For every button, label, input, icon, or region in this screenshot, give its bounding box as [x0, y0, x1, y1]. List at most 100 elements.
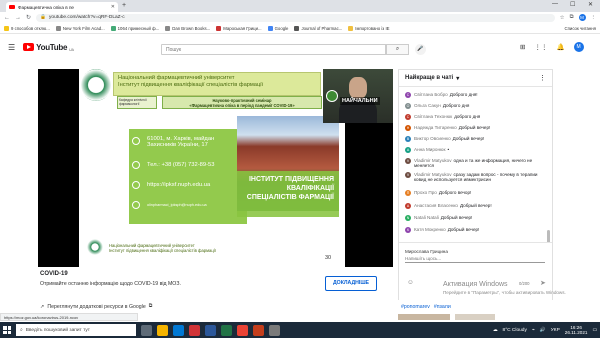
learn-more-button[interactable]: ДОКЛАДНІШЕ [325, 276, 377, 291]
powerpoint-icon[interactable] [253, 324, 264, 336]
presenter-head [349, 77, 367, 99]
chat-message: С Світлана Бобро Доброго дня! [405, 92, 478, 98]
task-view-icon[interactable] [141, 324, 152, 336]
search-input[interactable]: Пошук [161, 44, 386, 55]
weather-icon: ☁ [492, 327, 498, 333]
youtube-favicon-icon [9, 5, 15, 9]
slide-header: Національний фармацевтичний університет … [113, 72, 321, 96]
avatar: V [405, 158, 411, 164]
menu-icon[interactable]: ⋮ [591, 15, 597, 21]
hamburger-menu-icon[interactable]: ☰ [8, 43, 15, 52]
bookmark-item[interactable]: Google [267, 25, 288, 31]
email-text: olinpharmaci_ipksph@nuph.edu.ua [147, 203, 207, 207]
hashtag-link[interactable]: #пзали [434, 304, 451, 310]
browser-tab[interactable]: Фармацевтична опіка в пе ✕ [6, 2, 118, 12]
minimize-icon[interactable]: — [552, 1, 558, 7]
open-new-icon: ⧉ [148, 303, 153, 309]
recommended-thumbnail[interactable] [398, 314, 450, 320]
bookmark-item[interactable]: Мароськая Грици... [216, 25, 262, 31]
chat-message: О Ольга Сакун Доброго дня [405, 103, 470, 109]
bookmarks-bar: 9 способов отклю... New York Film Acad..… [0, 23, 600, 34]
volume-icon[interactable]: 🔊 [540, 328, 546, 333]
search-button[interactable]: ⌕ [386, 44, 409, 55]
bookmark-folder[interactable]: Імпортовано із IE [348, 25, 390, 31]
avatar: С [405, 114, 411, 120]
slide-footer: Національний фармацевтичний університет … [109, 243, 216, 253]
chat-message: С Світлана Техонюк доброго дня [405, 114, 481, 120]
profile-avatar[interactable]: M [578, 14, 586, 21]
webcam-logo-icon [326, 90, 338, 102]
close-window-icon[interactable]: ✕ [588, 1, 593, 8]
word-icon[interactable] [205, 324, 216, 336]
youtube-avatar[interactable]: M [573, 42, 584, 52]
avatar: В [405, 136, 411, 142]
chat-header[interactable]: Найкраще в чаті ▾ ⋮ [399, 70, 552, 87]
chat-input[interactable]: Напишіть щось... [405, 256, 545, 263]
chat-message: V Vladimir Matyukov одна и та же информаци… [405, 158, 533, 169]
new-tab-button[interactable]: + [122, 2, 126, 9]
forward-icon[interactable]: → [15, 15, 21, 21]
edge-icon[interactable] [173, 324, 184, 336]
maximize-icon[interactable]: ☐ [570, 1, 575, 8]
app-icon[interactable] [189, 324, 200, 336]
taskbar-search[interactable]: ⌕ Введіть пошуковий запит тут [16, 324, 136, 336]
phone-icon [132, 161, 140, 169]
chat-message: В Виктор Овсиенко Добрый вечер! [405, 136, 485, 142]
windows-start-icon[interactable] [3, 326, 11, 334]
back-icon[interactable]: ← [4, 15, 10, 21]
system-tray: ☁ 8°C Cloudy ⌁ 🔊 УКР 16:26 26.11.2021 ▭ [493, 325, 597, 336]
avatar: А [405, 203, 411, 209]
avatar: О [405, 103, 411, 109]
clock[interactable]: 16:26 26.11.2021 [565, 325, 588, 336]
youtube-logo[interactable]: YouTube UA [23, 42, 74, 52]
university-logo-icon [81, 69, 111, 101]
reading-list[interactable]: Список читання [564, 26, 596, 31]
send-icon[interactable]: ➤ [540, 279, 546, 287]
microphone-icon[interactable]: 🎤 [415, 44, 426, 55]
contact-panel: 61001, м. Харків, майдан Захисників Укра… [129, 129, 247, 224]
app-icon[interactable] [269, 324, 280, 336]
bookmark-item[interactable]: Journal of Pharmac... [294, 25, 342, 31]
hashtags: #ponomarev #пзали [398, 301, 553, 313]
recommended-thumbnail[interactable] [455, 314, 495, 320]
webcam-label: НАЙЧАЛЬНИ [340, 97, 380, 105]
language-indicator[interactable]: УКР [551, 328, 560, 333]
reload-icon[interactable]: ↻ [26, 14, 31, 21]
windows-activation-subtitle: Перейдите в "Параметры", чтобы активиров… [443, 290, 566, 295]
notifications-bell-icon[interactable]: 🔔 [556, 43, 564, 51]
star-icon[interactable]: ☆ [560, 15, 565, 21]
close-tab-icon[interactable]: ✕ [111, 4, 115, 10]
network-icon[interactable]: ⌁ [532, 328, 535, 333]
info-title: COVID-19 [40, 271, 68, 277]
bookmark-item[interactable]: Dan Brown Books... [165, 25, 210, 31]
institute-banner: ІНСТИТУТ ПІДВИЩЕННЯ КВАЛІФІКАЦІЇ СПЕЦІАЛ… [237, 171, 339, 217]
extensions-icon[interactable]: ⧉ [570, 14, 574, 21]
search-icon: ⌕ [20, 328, 23, 333]
bookmark-item[interactable]: 9 способов отклю... [4, 25, 50, 31]
avatar: N [405, 215, 411, 221]
search-icon: ⌕ [395, 46, 400, 52]
chrome-icon[interactable] [237, 324, 248, 336]
avatar: V [405, 172, 411, 178]
external-link-icon: ↗ [40, 303, 45, 310]
lock-icon: 🔒 [40, 15, 47, 20]
url-field[interactable]: 🔒 youtube.com/watch?v=qRF-DLaZ-c [36, 13, 555, 22]
chat-message: Н Надежда Титаренко Добрый вечер! [405, 125, 491, 131]
windows-activation-title: Активация Windows [443, 281, 508, 288]
chevron-down-icon: ▾ [456, 75, 460, 82]
emoji-icon[interactable]: ☺ [407, 279, 414, 286]
create-video-icon[interactable]: ⊞ [520, 43, 525, 51]
presentation-slide: Національний фармацевтичний університет … [79, 69, 345, 267]
info-source-link[interactable]: ↗ Переглянути додаткові ресурси в Google… [40, 303, 152, 310]
hashtag-link[interactable]: #ponomarev [401, 304, 430, 310]
more-options-icon[interactable]: ⋮ [539, 74, 546, 82]
apps-icon[interactable]: ⋮⋮ [534, 43, 547, 51]
bookmark-item[interactable]: 1064 примесный ф... [110, 25, 159, 31]
chat-message: V Vladimir Matyukov сразу задам вопрос - п… [405, 172, 538, 183]
chat-user-name: Мирослава Грицина [405, 249, 448, 254]
weather-text[interactable]: 8°C Cloudy [503, 328, 527, 333]
notification-icon[interactable]: ▭ [592, 328, 597, 333]
bookmark-item[interactable]: New York Film Acad... [55, 25, 105, 31]
file-explorer-icon[interactable] [157, 324, 168, 336]
excel-icon[interactable] [221, 324, 232, 336]
